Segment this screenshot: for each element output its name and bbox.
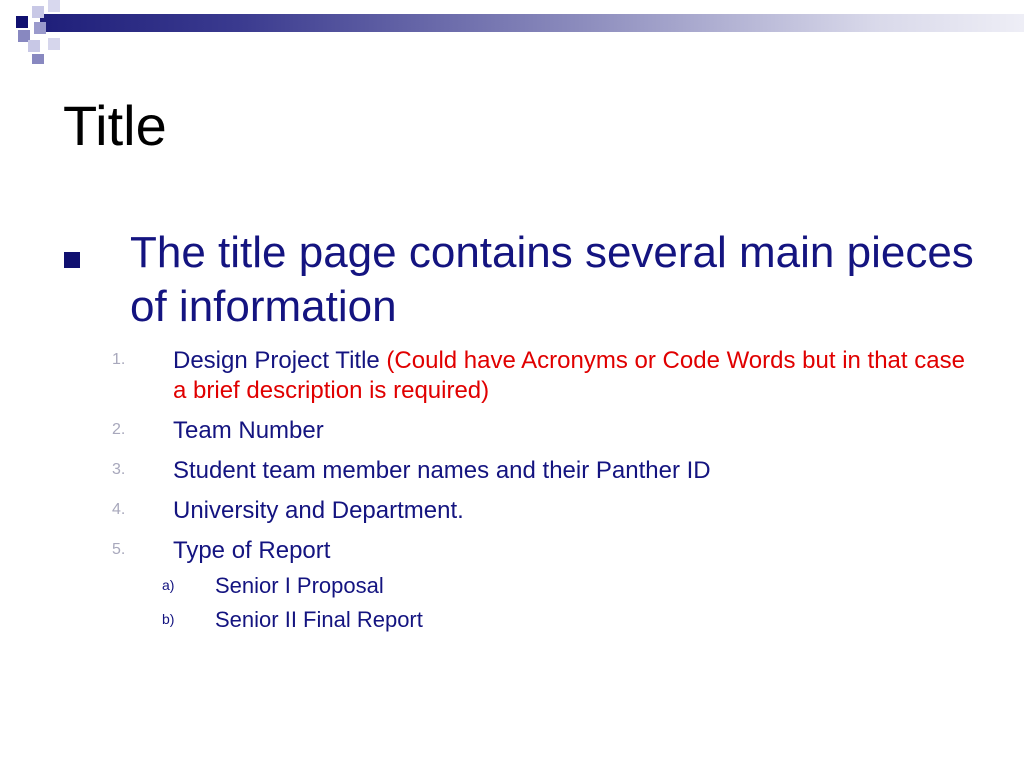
sub-list: a) Senior I Proposal b) Senior II Final … <box>0 572 1024 634</box>
list-number: 3. <box>112 461 126 478</box>
corner-square-light <box>28 40 40 52</box>
corner-square-light <box>48 38 60 50</box>
list-item-text: Type of Report <box>173 537 331 564</box>
corner-square-light <box>32 6 44 18</box>
list-item-text: Design Project Title <box>173 347 387 374</box>
sub-list-item: a) Senior I Proposal <box>0 572 1024 600</box>
corner-square-mid <box>32 54 44 64</box>
corner-square-mid <box>34 22 46 34</box>
sub-list-letter: b) <box>162 611 175 627</box>
list-number: 5. <box>112 541 126 558</box>
list-number: 2. <box>112 421 126 438</box>
corner-square-dark <box>16 16 28 28</box>
list-item: 1. Design Project Title (Could have Acro… <box>0 346 1024 406</box>
list-item-text: Team Number <box>173 417 324 444</box>
list-item-text: University and Department. <box>173 497 464 524</box>
list-item: 5. Type of Report <box>0 536 1024 566</box>
sub-list-item-text: Senior I Proposal <box>215 573 384 598</box>
sub-list-item-text: Senior II Final Report <box>215 607 423 632</box>
list-item: 4. University and Department. <box>0 496 1024 526</box>
list-item-text: Student team member names and their Pant… <box>173 457 711 484</box>
sub-list-letter: a) <box>162 577 175 593</box>
numbered-list: 1. Design Project Title (Could have Acro… <box>0 346 1024 640</box>
corner-square-light <box>48 0 60 12</box>
list-number: 1. <box>112 351 126 368</box>
square-bullet-icon <box>64 252 80 268</box>
list-item: 2. Team Number <box>0 416 1024 446</box>
sub-list-item: b) Senior II Final Report <box>0 606 1024 634</box>
slide-title: Title <box>63 94 167 157</box>
list-item: 3. Student team member names and their P… <box>0 456 1024 486</box>
header-gradient-bar <box>40 14 1024 32</box>
list-number: 4. <box>112 501 126 518</box>
main-bullet-text: The title page contains several main pie… <box>130 228 974 331</box>
